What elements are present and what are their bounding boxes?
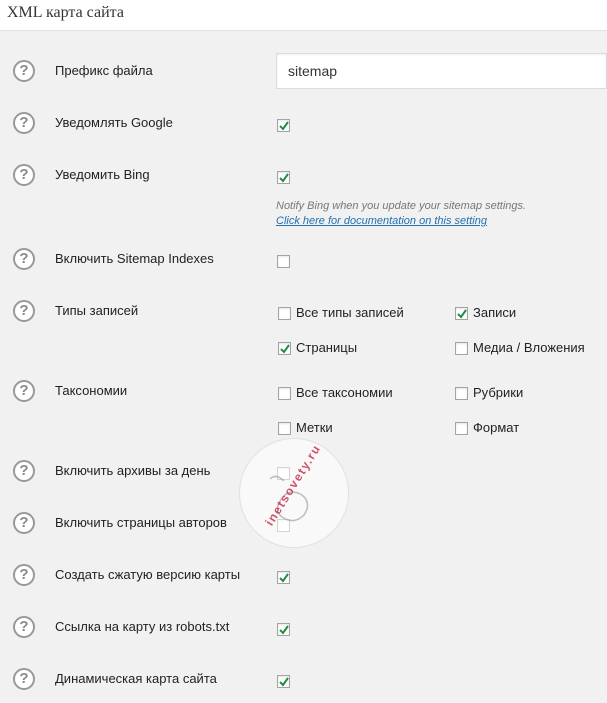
- taxonomy-format-checkbox[interactable]: [455, 422, 468, 435]
- taxonomy-tags-checkbox[interactable]: [278, 422, 291, 435]
- notify-google-checkbox[interactable]: [277, 119, 290, 132]
- help-icon[interactable]: ?: [13, 460, 35, 482]
- post-type-media-label: Медиа / Вложения: [473, 340, 585, 355]
- checkmark-icon: [280, 344, 290, 354]
- checkmark-icon: [279, 121, 289, 131]
- help-icon[interactable]: ?: [13, 164, 35, 186]
- help-icon[interactable]: ?: [13, 668, 35, 690]
- daily-archives-label: Включить архивы за день: [55, 463, 211, 478]
- robots-link-label: Ссылка на карту из robots.txt: [55, 619, 230, 634]
- checkmark-icon: [279, 677, 289, 687]
- taxonomy-categories-label: Рубрики: [473, 385, 524, 400]
- help-icon[interactable]: ?: [13, 300, 35, 322]
- author-pages-label: Включить страницы авторов: [55, 515, 227, 530]
- help-icon[interactable]: ?: [13, 112, 35, 134]
- bing-documentation-link[interactable]: Click here for documentation on this set…: [276, 215, 487, 227]
- robots-link-checkbox[interactable]: [277, 623, 290, 636]
- file-prefix-label: Префикс файла: [55, 63, 153, 78]
- page-title: XML карта сайта: [7, 4, 124, 21]
- notify-bing-label: Уведомить Bing: [55, 167, 150, 182]
- taxonomy-tags-label: Метки: [296, 420, 333, 435]
- dynamic-sitemap-checkbox[interactable]: [277, 675, 290, 688]
- post-types-label: Типы записей: [55, 303, 139, 318]
- taxonomies-label: Таксономии: [55, 383, 128, 398]
- compressed-sitemap-label: Создать сжатую версию карты: [55, 567, 241, 582]
- taxonomy-format-label: Формат: [473, 420, 520, 435]
- checkmark-icon: [457, 309, 467, 319]
- bing-description: Notify Bing when you update your sitemap…: [276, 200, 527, 212]
- post-type-pages-label: Страницы: [296, 340, 358, 355]
- dynamic-sitemap-label: Динамическая карта сайта: [55, 671, 217, 686]
- page-header: XML карта сайта: [0, 0, 607, 31]
- taxonomy-all-label: Все таксономии: [296, 385, 393, 400]
- taxonomy-categories-checkbox[interactable]: [455, 387, 468, 400]
- post-type-all-checkbox[interactable]: [278, 307, 291, 320]
- checkmark-icon: [279, 625, 289, 635]
- post-type-posts-checkbox[interactable]: [455, 307, 468, 320]
- file-prefix-input[interactable]: sitemap: [276, 53, 607, 89]
- compressed-sitemap-checkbox[interactable]: [277, 571, 290, 584]
- checkmark-icon: [279, 573, 289, 583]
- sitemap-indexes-checkbox[interactable]: [277, 255, 290, 268]
- notify-bing-checkbox[interactable]: [277, 171, 290, 184]
- help-icon[interactable]: ?: [13, 564, 35, 586]
- post-type-media-checkbox[interactable]: [455, 342, 468, 355]
- post-type-posts-label: Записи: [473, 305, 517, 320]
- post-type-all-label: Все типы записей: [296, 305, 404, 320]
- help-icon[interactable]: ?: [13, 380, 35, 402]
- notify-google-label: Уведомлять Google: [55, 115, 173, 130]
- checkmark-icon: [279, 173, 289, 183]
- help-icon[interactable]: ?: [13, 616, 35, 638]
- post-type-pages-checkbox[interactable]: [278, 342, 291, 355]
- taxonomy-all-checkbox[interactable]: [278, 387, 291, 400]
- help-icon[interactable]: ?: [13, 512, 35, 534]
- sitemap-indexes-label: Включить Sitemap Indexes: [55, 251, 214, 266]
- help-icon[interactable]: ?: [13, 248, 35, 270]
- help-icon[interactable]: ?: [13, 60, 35, 82]
